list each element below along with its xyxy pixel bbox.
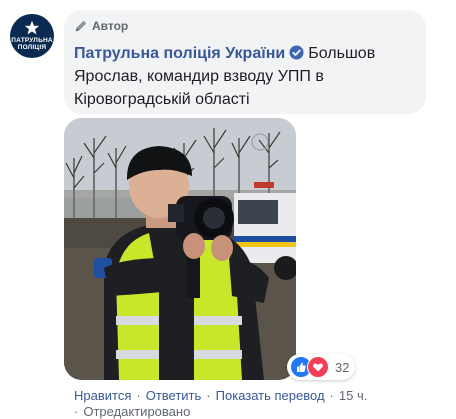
love-reaction-icon	[307, 356, 329, 378]
author-badge-label: Автор	[92, 19, 129, 33]
comment-photo[interactable]	[64, 118, 296, 380]
separator-dot: ·	[74, 404, 79, 419]
reaction-count: 32	[335, 359, 350, 375]
separator-dot: ·	[136, 388, 141, 403]
page-avatar[interactable]: ПАТРУЛЬНА ПОЛІЦІЯ	[10, 14, 54, 58]
page-name-link[interactable]: Патрульна поліція України	[74, 45, 285, 62]
like-link[interactable]: Нравится	[74, 388, 131, 403]
verified-badge-icon	[289, 45, 304, 60]
edited-text[interactable]: Отредактировано	[83, 404, 190, 419]
police-star-icon	[24, 20, 40, 34]
avatar-text: ПАТРУЛЬНА ПОЛІЦІЯ	[11, 36, 53, 51]
reply-link[interactable]: Ответить	[146, 388, 202, 403]
separator-dot: ·	[329, 388, 334, 403]
comment-text: Патрульна поліція України Большов Ярослав…	[74, 42, 414, 111]
reactions-summary[interactable]: 32	[287, 354, 356, 380]
comment-bubble: Автор Патрульна поліція України Большов Я…	[64, 10, 426, 114]
translate-link[interactable]: Показать перевод	[216, 388, 325, 403]
comment-actions: Нравится · Ответить · Показать перевод ·…	[74, 388, 367, 403]
comment-time[interactable]: 15 ч.	[339, 388, 367, 403]
author-badge: Автор	[74, 19, 128, 33]
separator-dot: ·	[206, 388, 211, 403]
pencil-icon	[75, 20, 87, 32]
edited-label[interactable]: · Отредактировано	[74, 404, 190, 419]
